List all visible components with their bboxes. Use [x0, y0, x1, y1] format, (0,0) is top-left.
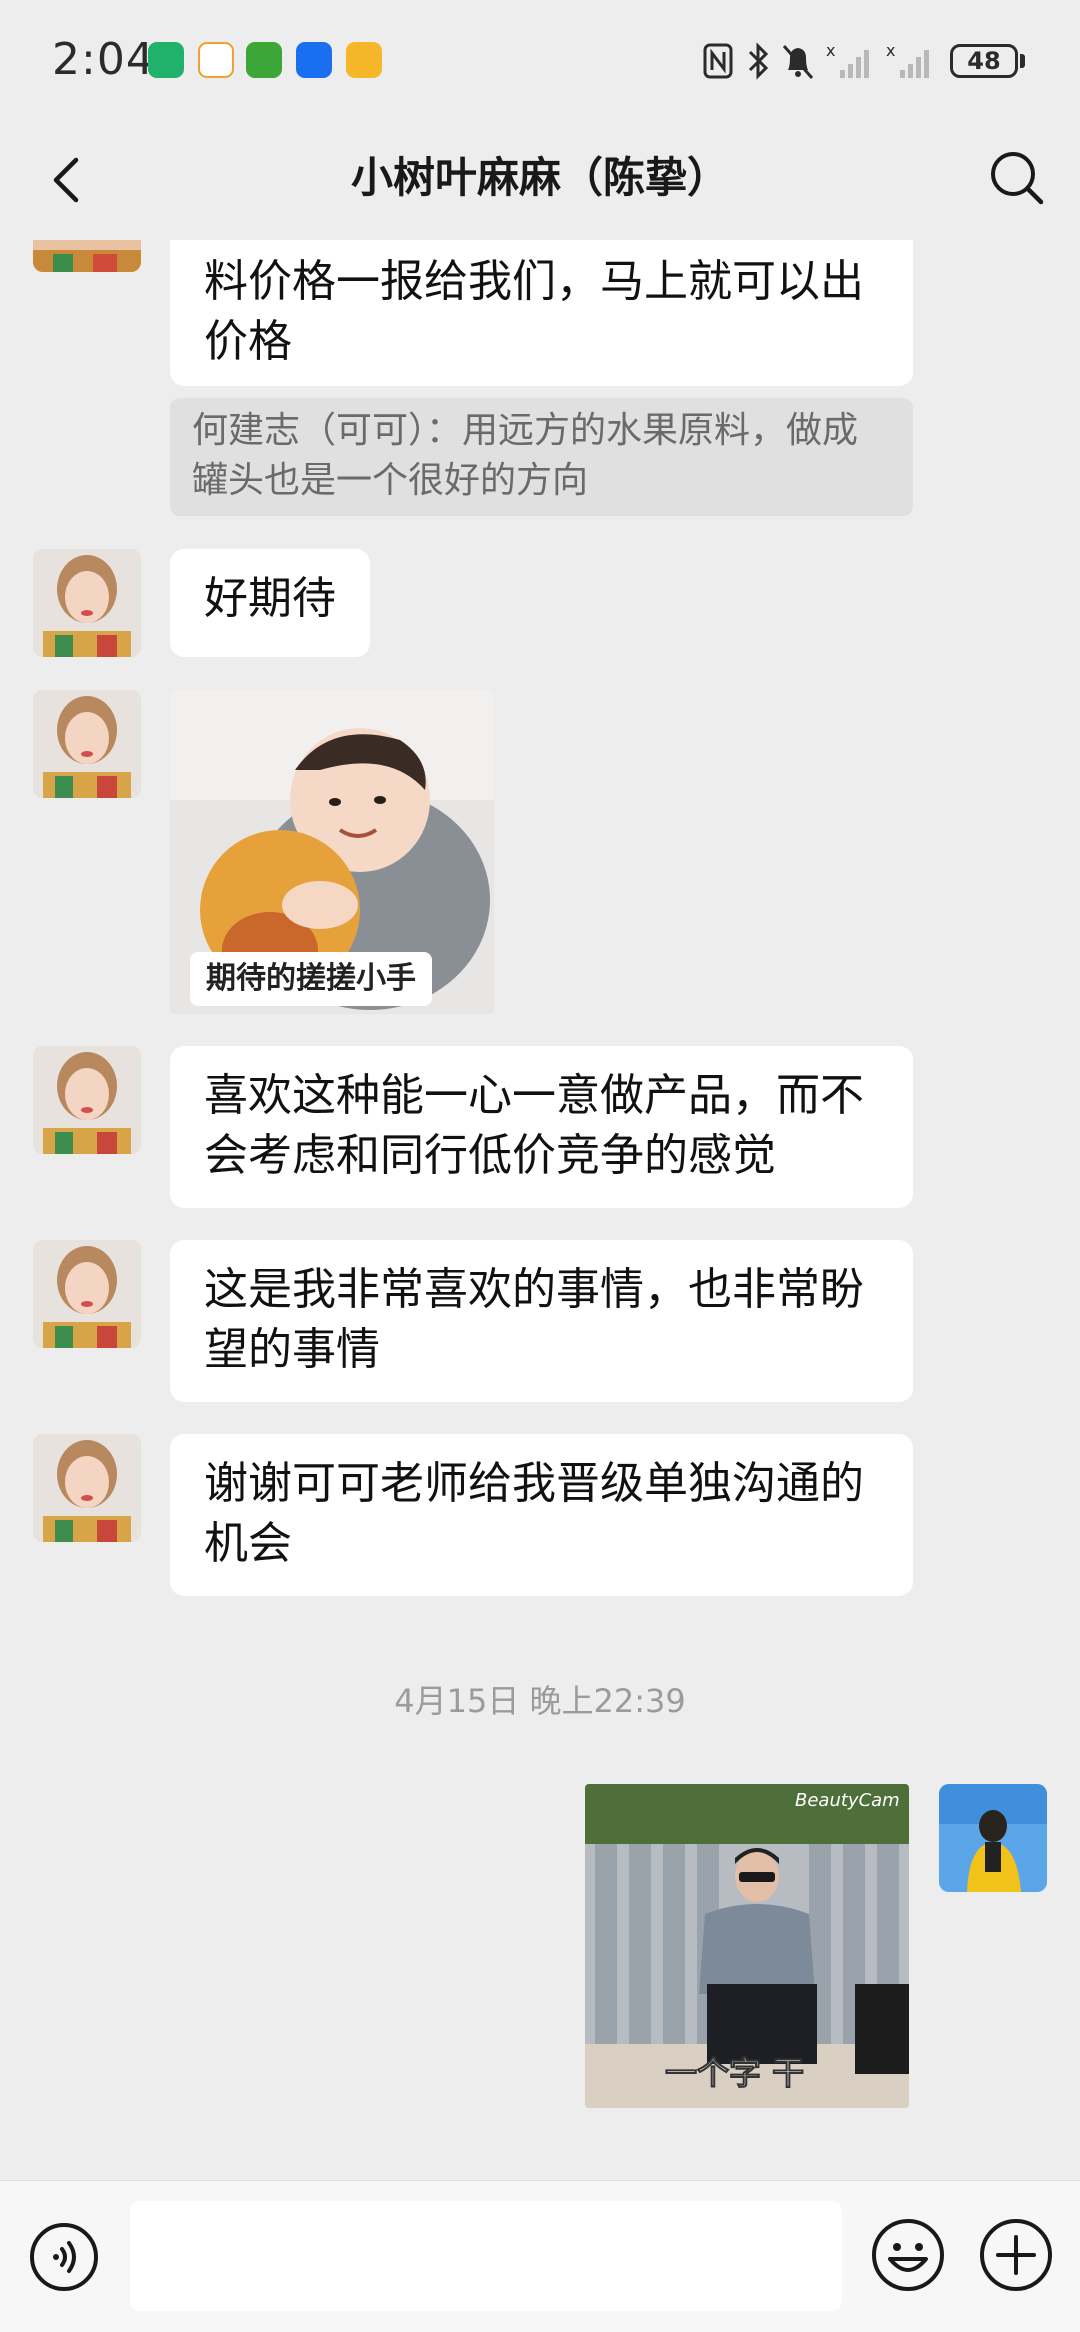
input-bar: [0, 2180, 1080, 2332]
message-text: 好期待: [204, 573, 336, 624]
bluetooth-icon: [748, 42, 769, 80]
contact-avatar[interactable]: [33, 549, 141, 657]
contact-avatar[interactable]: [33, 1434, 141, 1542]
message-input[interactable]: [130, 2201, 842, 2311]
signal-icon: x: [886, 41, 929, 78]
contact-avatar[interactable]: [33, 240, 141, 272]
nfc-icon: [703, 43, 733, 79]
chat-title: 小树叶麻麻（陈挚）: [350, 153, 729, 202]
svg-text:x: x: [826, 41, 835, 60]
message-text: 料价格一报给我们，马上就可以出价格: [204, 256, 864, 367]
message-text: 这是我非常喜欢的事情，也非常盼望的事情: [204, 1264, 864, 1375]
message-text: 谢谢可可老师给我晋级单独沟通的机会: [204, 1458, 864, 1569]
voice-input-icon[interactable]: [28, 2221, 100, 2293]
message-bubble[interactable]: 料价格一报给我们，马上就可以出价格: [170, 240, 913, 386]
app-notification-icon: [198, 42, 234, 78]
contact-avatar[interactable]: [33, 1240, 141, 1348]
mute-bell-icon: [782, 45, 814, 79]
app-notification-icon: [148, 42, 184, 78]
status-time: 2:04: [52, 34, 155, 85]
sticker-image[interactable]: 期待的搓搓小手: [170, 690, 494, 1014]
search-icon[interactable]: [985, 146, 1049, 210]
message-bubble[interactable]: 这是我非常喜欢的事情，也非常盼望的事情: [170, 1240, 913, 1402]
message-bubble[interactable]: 谢谢可可老师给我晋级单独沟通的机会: [170, 1434, 913, 1596]
emoji-icon[interactable]: [870, 2217, 946, 2293]
chat-header: 小树叶麻麻（陈挚）: [0, 120, 1080, 240]
sticker-caption: 期待的搓搓小手: [190, 952, 432, 1006]
message-text: 喜欢这种能一心一意做产品，而不会考虑和同行低价竞争的感觉: [204, 1070, 864, 1181]
contact-avatar[interactable]: [33, 1046, 141, 1154]
message-bubble[interactable]: 喜欢这种能一心一意做产品，而不会考虑和同行低价竞争的感觉: [170, 1046, 913, 1208]
battery-tip: [1020, 54, 1025, 68]
battery-indicator: 48: [950, 44, 1018, 78]
app-notification-icon: [346, 42, 382, 78]
quote-text: 何建志（可可）：用远方的水果原料，做成罐头也是一个很好的方向: [192, 410, 859, 501]
message-bubble[interactable]: 好期待: [170, 549, 370, 657]
plus-icon[interactable]: [978, 2217, 1054, 2293]
back-arrow-icon[interactable]: [40, 150, 100, 210]
app-notification-icon: [296, 42, 332, 78]
my-avatar[interactable]: [939, 1784, 1047, 1892]
app-notification-icon: [246, 42, 282, 78]
sent-sticker-image[interactable]: BeautyCam 一个字 干: [585, 1784, 909, 2108]
quoted-message[interactable]: 何建志（可可）：用远方的水果原料，做成罐头也是一个很好的方向: [170, 398, 913, 516]
status-bar: 2:04 x x 48: [0, 0, 1080, 120]
signal-icon: x: [826, 41, 869, 78]
sticker-watermark: BeautyCam: [795, 1790, 900, 1811]
timestamp: 4月15日 晚上22:39: [394, 1682, 686, 1720]
svg-text:x: x: [886, 41, 895, 60]
sent-sticker-caption: 一个字 干: [665, 2054, 804, 2092]
contact-avatar[interactable]: [33, 690, 141, 798]
